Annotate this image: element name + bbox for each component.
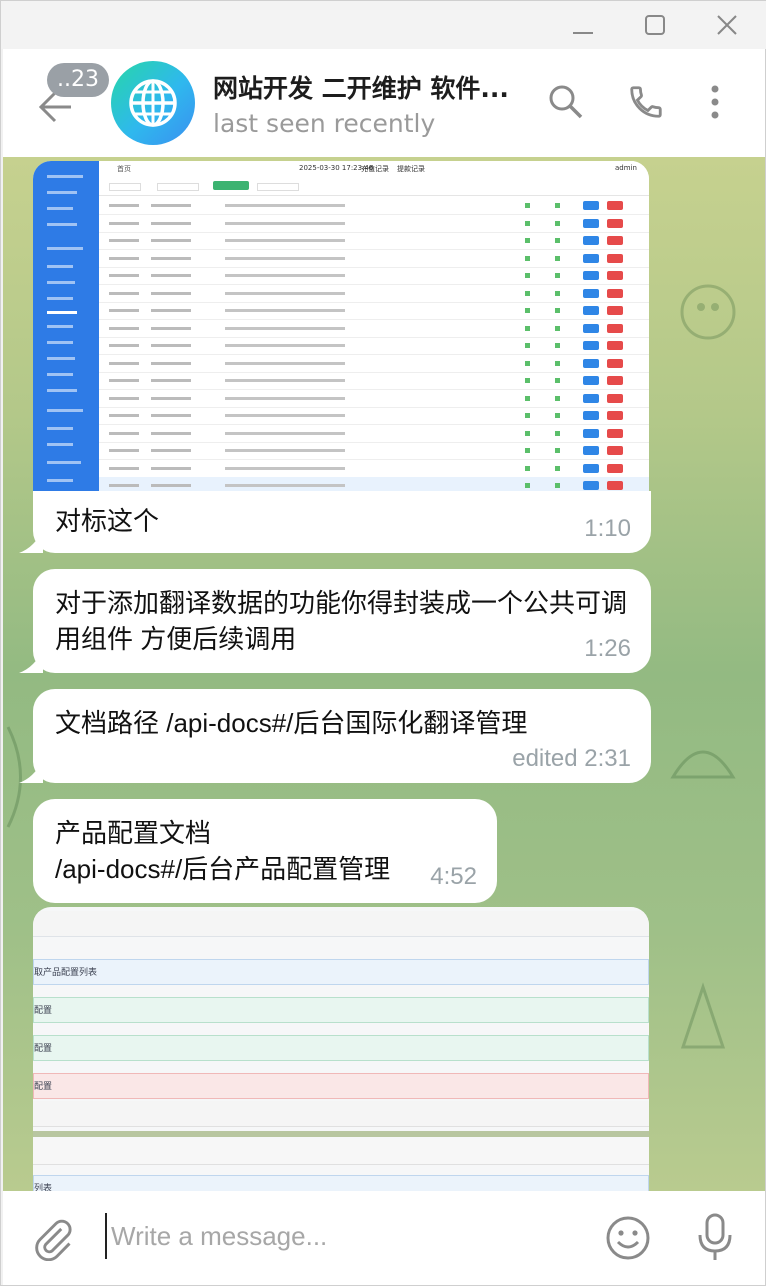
- microphone-icon: [698, 1213, 732, 1260]
- message-2-line2: 用组件 方便后续调用: [55, 624, 297, 654]
- image-table-row: [99, 460, 649, 478]
- more-menu-button[interactable]: [703, 83, 727, 125]
- more-vertical-icon: [711, 85, 719, 119]
- image-table-row: [99, 232, 649, 250]
- image-withdraw: 提款记录: [397, 165, 425, 173]
- search-icon: [549, 85, 583, 119]
- message-3-text: 文档路径 /api-docs#/后台国际化翻译管理: [55, 708, 528, 738]
- message-input[interactable]: [105, 1213, 573, 1259]
- unread-count-badge: ..23: [47, 63, 109, 97]
- close-button[interactable]: [707, 7, 747, 43]
- image-table-row: [99, 302, 649, 320]
- image-table-row: [99, 407, 649, 425]
- image-row: 取产品配置列表: [33, 959, 649, 985]
- image-row: 配置: [33, 1035, 649, 1061]
- image-row: 列表: [33, 1175, 649, 1191]
- globe-icon: [129, 79, 177, 127]
- window-titlebar: [1, 1, 766, 49]
- image-table-row: [99, 425, 649, 443]
- image-table-row: [99, 390, 649, 408]
- message-2-line1: 对于添加翻译数据的功能你得封装成一个公共可调: [55, 588, 628, 618]
- image-table-row: [99, 337, 649, 355]
- image-recharge: 充值记录: [361, 165, 389, 173]
- emoji-button[interactable]: [605, 1215, 651, 1265]
- message-4-bubble[interactable]: 产品配置文档 /api-docs#/后台产品配置管理 4:52: [33, 799, 497, 903]
- message-1-image[interactable]: 首页 2025-03-30 17:23:46 充值记录 提款记录 admin: [33, 161, 649, 493]
- message-2-time: 1:26: [584, 635, 631, 662]
- maximize-icon: [645, 15, 665, 35]
- smiley-icon: [606, 1216, 650, 1260]
- image-table-row: [99, 372, 649, 390]
- image-table-row: [99, 320, 649, 338]
- minimize-icon: [573, 32, 593, 34]
- close-icon: [717, 15, 737, 35]
- image-table-row: [99, 267, 649, 285]
- message-1-text: 对标这个: [55, 506, 160, 536]
- bubble-tail: [19, 649, 43, 673]
- minimize-button[interactable]: [563, 7, 603, 43]
- message-4-time: 4:52: [430, 863, 477, 890]
- search-button[interactable]: [547, 83, 585, 125]
- image-table-row: [99, 215, 649, 233]
- image-table-row: [99, 442, 649, 460]
- bubble-tail: [19, 759, 43, 783]
- image-table-row: [99, 197, 649, 215]
- image-band: [33, 1139, 649, 1165]
- message-composer: [3, 1191, 765, 1285]
- image-breadcrumb: 首页: [117, 165, 131, 173]
- doodle-decoration: [680, 284, 736, 340]
- image-topbar: 首页 2025-03-30 17:23:46 充值记录 提款记录 admin: [99, 161, 649, 196]
- voice-record-button[interactable]: [695, 1213, 735, 1267]
- image-user: admin: [615, 164, 637, 172]
- message-5-image[interactable]: 取产品配置列表 配置 配置 配置 列表: [33, 907, 649, 1191]
- chat-header: ..23 网站开发 二开维护 软件... last seen recently: [3, 49, 765, 158]
- image-table-row: [99, 250, 649, 268]
- doodle-decoration: [670, 750, 736, 779]
- message-2-bubble[interactable]: 对于添加翻译数据的功能你得封装成一个公共可调 用组件 方便后续调用 1:26: [33, 569, 651, 673]
- image-separator: [33, 1131, 649, 1137]
- maximize-button[interactable]: [635, 7, 675, 43]
- message-4-line2: /api-docs#/后台产品配置管理: [55, 854, 391, 884]
- image-band: [33, 1101, 649, 1127]
- call-button[interactable]: [627, 83, 665, 125]
- attach-button[interactable]: [31, 1217, 75, 1265]
- message-3-time: edited 2:31: [512, 745, 631, 772]
- message-4-line1: 产品配置文档: [55, 818, 212, 848]
- chat-title[interactable]: 网站开发 二开维护 软件...: [213, 69, 509, 105]
- image-table-row: [99, 285, 649, 303]
- message-3-bubble[interactable]: 文档路径 /api-docs#/后台国际化翻译管理 edited 2:31: [33, 689, 651, 783]
- image-row: 配置: [33, 1073, 649, 1099]
- bubble-tail: [19, 529, 43, 553]
- chat-status: last seen recently: [213, 109, 436, 138]
- image-sidebar: [33, 161, 99, 493]
- message-1-time: 1:10: [584, 515, 631, 542]
- image-row: 配置: [33, 997, 649, 1023]
- telegram-window: ..23 网站开发 二开维护 软件... last seen recently: [0, 0, 766, 1286]
- message-1-bubble[interactable]: 对标这个 1:10: [33, 491, 651, 553]
- phone-icon: [630, 86, 662, 118]
- image-band: [33, 911, 649, 937]
- doodle-decoration: [680, 982, 726, 1049]
- image-table-row: [99, 355, 649, 373]
- paperclip-icon: [35, 1219, 72, 1262]
- chat-avatar[interactable]: [111, 61, 195, 145]
